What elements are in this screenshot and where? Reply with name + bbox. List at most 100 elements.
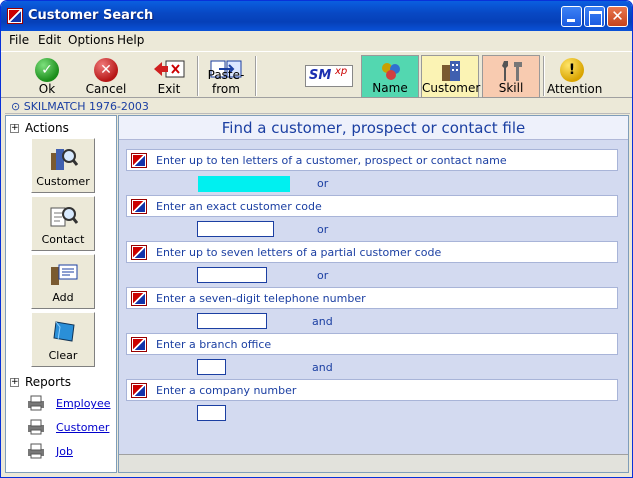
action-clear-button[interactable]: Clear: [31, 312, 95, 367]
maximize-button[interactable]: [584, 6, 605, 27]
tools-icon: [502, 61, 522, 81]
close-icon: ✕: [611, 7, 624, 25]
telephone-field[interactable]: [197, 313, 267, 329]
alert-icon: !: [560, 58, 584, 82]
printer-icon: [28, 443, 44, 459]
company-number-field[interactable]: [197, 405, 226, 421]
skilmatch-icon: [131, 245, 147, 260]
prompt-text: Enter a seven-digit telephone number: [156, 292, 366, 305]
ok-button[interactable]: ✓ Ok: [21, 52, 73, 98]
building-icon: [442, 61, 460, 81]
action-customer-button[interactable]: Customer: [31, 138, 95, 193]
prompt-text: Enter up to seven letters of a partial c…: [156, 246, 442, 259]
prompt-row: Enter a seven-digit telephone number: [126, 287, 618, 309]
name-label: Name: [372, 81, 408, 95]
toolbar-separator: [543, 56, 545, 96]
cancel-x-icon: ✕: [94, 58, 118, 82]
conjunction-text: and: [312, 315, 333, 328]
expand-icon[interactable]: +: [10, 378, 19, 387]
status-strip: [119, 454, 628, 472]
name-field[interactable]: [198, 176, 290, 192]
version-bar: ⊙ SKILMATCH 1976-2003: [5, 99, 630, 114]
close-button[interactable]: ✕: [607, 6, 628, 27]
printer-icon: [28, 419, 44, 435]
toolbar: ✓ Ok ✕ Cancel Exit Paste-from SM xp Name…: [1, 51, 632, 98]
paste-from-button[interactable]: Paste-from: [199, 52, 253, 98]
toolbar-separator: [255, 56, 257, 96]
menu-edit[interactable]: Edit: [38, 33, 61, 47]
ok-label: Ok: [38, 82, 56, 96]
prompt-row: Enter an exact customer code: [126, 195, 618, 217]
report-job-link[interactable]: Job: [56, 445, 73, 458]
maximize-icon: [585, 7, 604, 26]
skill-search-button[interactable]: Skill: [482, 55, 540, 98]
menu-file[interactable]: File: [9, 33, 29, 47]
customer-search-icon: [51, 149, 78, 170]
prompt-text: Enter a branch office: [156, 338, 272, 351]
name-search-button[interactable]: Name: [361, 55, 419, 98]
skilmatch-icon: [131, 153, 147, 168]
window-title: Customer Search: [28, 8, 154, 23]
conjunction-text: and: [312, 361, 333, 374]
partial-code-field[interactable]: [197, 267, 267, 283]
version-text: ⊙ SKILMATCH 1976-2003: [11, 100, 149, 113]
reports-heading[interactable]: + Reports: [10, 375, 71, 389]
action-customer-label: Customer: [36, 175, 90, 188]
skilmatch-logo: SM xp: [305, 65, 353, 87]
conjunction-text: or: [317, 223, 329, 236]
logo-text: SM: [309, 68, 332, 83]
actions-heading[interactable]: + Actions: [10, 121, 69, 135]
clear-icon: [53, 321, 75, 342]
checkmark-icon: ✓: [35, 58, 59, 82]
prompt-text: Enter an exact customer code: [156, 200, 322, 213]
expand-icon[interactable]: +: [10, 124, 19, 133]
attention-button[interactable]: ! Attention: [547, 52, 603, 98]
customer-search-window: Customer Search ✕ File Edit Options Help…: [0, 0, 633, 478]
menu-bar: File Edit Options Help: [1, 31, 632, 50]
customer-label: Customer: [422, 81, 481, 95]
menu-options[interactable]: Options: [68, 33, 114, 47]
customer-code-field[interactable]: [197, 221, 274, 237]
main-title: Find a customer, prospect or contact fil…: [119, 116, 628, 140]
logo-superscript: xp: [335, 66, 348, 77]
minimize-button[interactable]: [561, 6, 582, 27]
report-customer-link[interactable]: Customer: [56, 421, 109, 434]
skilmatch-icon: [131, 291, 147, 306]
menu-help[interactable]: Help: [117, 33, 144, 47]
exit-door-icon: [154, 60, 185, 78]
customer-search-button[interactable]: Customer: [421, 55, 481, 98]
skill-label: Skill: [498, 81, 524, 95]
contact-search-icon: [50, 207, 78, 227]
paste-from-label: Paste-from: [207, 68, 245, 96]
report-employee-link[interactable]: Employee: [56, 397, 110, 410]
conjunction-text: or: [317, 177, 329, 190]
prompt-row: Enter a branch office: [126, 333, 618, 355]
action-clear-label: Clear: [48, 349, 78, 362]
action-contact-button[interactable]: Contact: [31, 196, 95, 251]
exit-button[interactable]: Exit: [143, 52, 195, 98]
people-icon: [382, 63, 400, 80]
skilmatch-icon: [131, 199, 147, 214]
prompt-row: Enter a company number: [126, 379, 618, 401]
attention-label: Attention: [547, 82, 603, 96]
main-panel: Find a customer, prospect or contact fil…: [118, 115, 629, 473]
exit-label: Exit: [157, 82, 181, 96]
minimize-icon: [562, 7, 581, 26]
app-icon[interactable]: [7, 8, 23, 24]
reports-heading-label: Reports: [25, 375, 72, 389]
prompt-text: Enter up to ten letters of a customer, p…: [156, 154, 507, 167]
title-bar[interactable]: Customer Search ✕: [1, 1, 632, 31]
conjunction-text: or: [317, 269, 329, 282]
branch-office-field[interactable]: [197, 359, 226, 375]
cancel-button[interactable]: ✕ Cancel: [80, 52, 132, 98]
action-contact-label: Contact: [41, 233, 85, 246]
printer-icon: [28, 395, 44, 411]
skilmatch-icon: [131, 337, 147, 352]
add-record-icon: [51, 264, 78, 285]
prompt-text: Enter a company number: [156, 384, 297, 397]
cancel-label: Cancel: [85, 82, 127, 96]
skilmatch-icon: [131, 383, 147, 398]
action-add-label: Add: [52, 291, 74, 304]
prompt-row: Enter up to seven letters of a partial c…: [126, 241, 618, 263]
action-add-button[interactable]: Add: [31, 254, 95, 309]
